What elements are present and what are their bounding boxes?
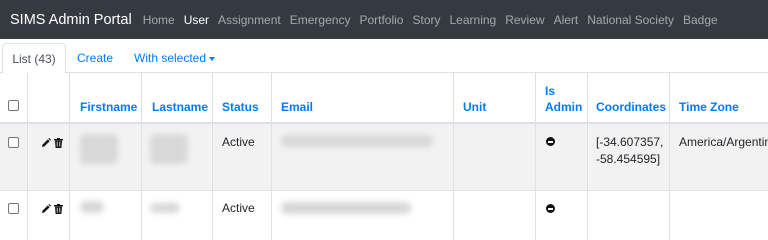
trash-icon[interactable] — [54, 138, 63, 148]
pencil-icon[interactable] — [41, 204, 51, 214]
column-divider — [212, 73, 213, 240]
column-divider — [535, 73, 536, 240]
admin-minus-icon — [546, 137, 555, 146]
col-header-coordinates[interactable]: Coordinates — [596, 100, 666, 115]
brand-title[interactable]: SIMS Admin Portal — [10, 12, 132, 28]
with-selected-dropdown[interactable]: With selected — [134, 43, 216, 73]
col-header-time-zone[interactable]: Time Zone — [679, 100, 739, 115]
column-divider — [271, 73, 272, 240]
nav-item-story[interactable]: Story — [412, 13, 440, 27]
status-cell: Active — [222, 135, 255, 149]
nav-item-portfolio[interactable]: Portfolio — [359, 13, 403, 27]
table-row: Active — [0, 191, 768, 240]
redacted-lastname — [150, 134, 188, 164]
col-header-email[interactable]: Email — [281, 100, 313, 115]
col-header-is-admin-line1[interactable]: Is — [545, 84, 555, 99]
column-divider — [141, 73, 142, 240]
table-row: Active [-34.607357, -58.454595] America/… — [0, 124, 768, 191]
nav-item-home[interactable]: Home — [143, 13, 175, 27]
col-header-firstname[interactable]: Firstname — [80, 100, 137, 115]
nav-item-emergency[interactable]: Emergency — [290, 13, 351, 27]
nav-item-assignment[interactable]: Assignment — [218, 13, 281, 27]
column-divider — [587, 73, 588, 240]
nav-item-review[interactable]: Review — [505, 13, 544, 27]
coordinates-line1: [-34.607357, — [596, 135, 664, 149]
col-header-status[interactable]: Status — [222, 100, 259, 115]
row-select-checkbox[interactable] — [8, 203, 19, 214]
redacted-firstname — [80, 201, 104, 213]
col-header-lastname[interactable]: Lastname — [152, 100, 208, 115]
nav-item-alert[interactable]: Alert — [554, 13, 579, 27]
coordinates-line2: -58.454595] — [596, 152, 661, 166]
caret-down-icon — [209, 56, 216, 61]
nav-item-badge[interactable]: Badge — [683, 13, 718, 27]
tab-create[interactable]: Create — [77, 43, 113, 73]
select-all-checkbox[interactable] — [8, 100, 19, 111]
redacted-email — [281, 202, 411, 214]
admin-minus-icon — [546, 204, 555, 213]
column-divider — [453, 73, 454, 240]
with-selected-label: With selected — [134, 51, 207, 65]
nav-item-national-society[interactable]: National Society — [587, 13, 674, 27]
time-zone-cell: America/Argentina — [679, 135, 768, 149]
view-tabs: List (43) Create With selected — [0, 43, 768, 74]
trash-icon[interactable] — [54, 204, 63, 214]
row-select-checkbox[interactable] — [8, 137, 19, 148]
nav-item-user[interactable]: User — [184, 13, 209, 27]
column-divider — [27, 73, 28, 240]
column-divider — [669, 73, 670, 240]
column-divider — [69, 73, 70, 240]
table-header-row: Firstname Lastname Status Email Unit Is … — [0, 73, 768, 124]
col-header-unit[interactable]: Unit — [463, 100, 486, 115]
redacted-lastname — [150, 203, 180, 213]
tab-list[interactable]: List (43) — [2, 43, 66, 74]
top-navbar: SIMS Admin Portal Home User Assignment E… — [0, 0, 768, 39]
pencil-icon[interactable] — [41, 138, 51, 148]
nav-item-learning[interactable]: Learning — [450, 13, 497, 27]
redacted-email — [281, 135, 433, 147]
col-header-is-admin-line2[interactable]: Admin — [545, 100, 582, 115]
status-cell: Active — [222, 201, 255, 215]
redacted-firstname — [80, 134, 118, 164]
